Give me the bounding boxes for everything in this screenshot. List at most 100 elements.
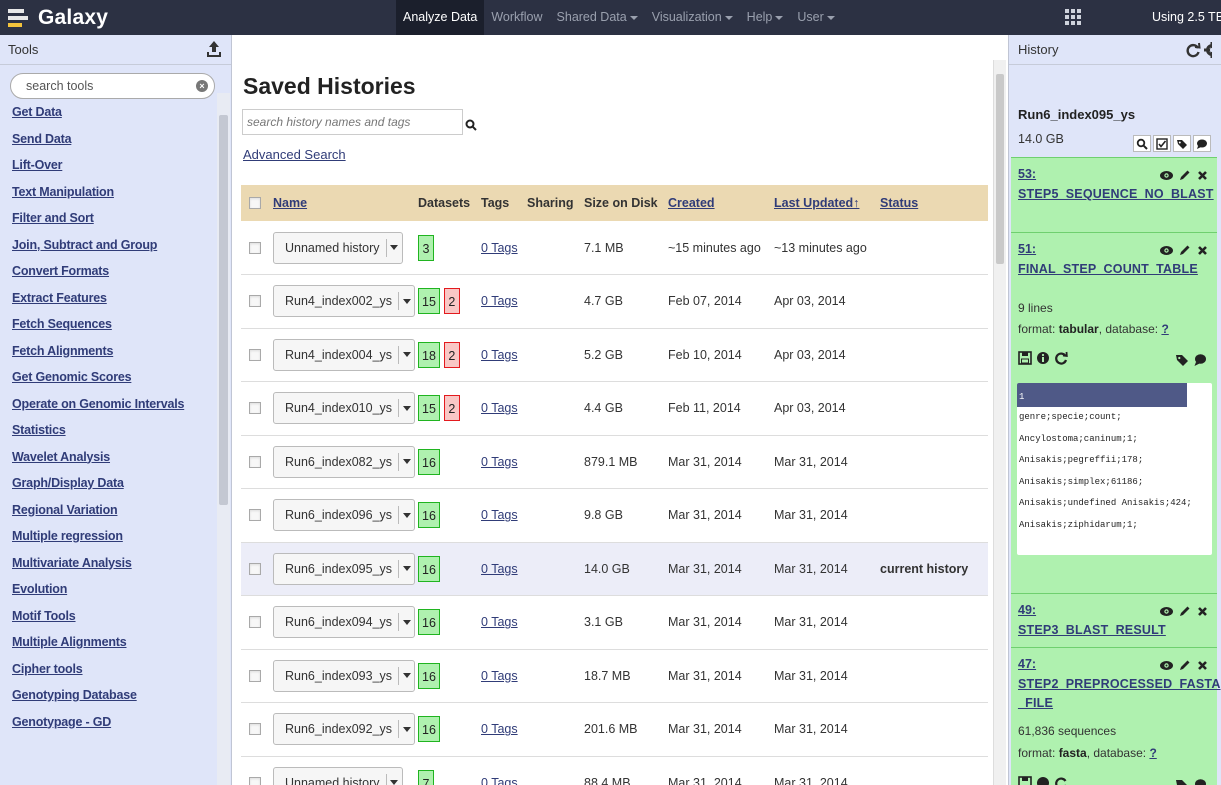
tags-link[interactable]: 0 Tags bbox=[481, 508, 518, 522]
tool-section-link[interactable]: Get Data bbox=[12, 105, 62, 119]
info-icon[interactable] bbox=[1036, 351, 1054, 367]
tool-section-link[interactable]: Multiple regression bbox=[12, 529, 123, 543]
error-datasets-badge[interactable]: 2 bbox=[443, 341, 460, 368]
dataset-title[interactable]: STEP3_BLAST_RESULT bbox=[1018, 621, 1166, 640]
comment-icon[interactable] bbox=[1193, 135, 1211, 152]
tool-section-link[interactable]: Graph/Display Data bbox=[12, 476, 124, 490]
tags-link[interactable]: 0 Tags bbox=[481, 615, 518, 629]
history-search-input[interactable] bbox=[242, 109, 463, 135]
eye-icon[interactable] bbox=[1158, 168, 1175, 182]
tool-section-link[interactable]: Motif Tools bbox=[12, 609, 76, 623]
pencil-icon[interactable] bbox=[1176, 604, 1193, 618]
checkbox-icon[interactable] bbox=[1153, 135, 1171, 152]
chevron-down-icon[interactable] bbox=[399, 352, 414, 358]
select-all-checkbox[interactable] bbox=[249, 197, 261, 209]
upload-icon[interactable] bbox=[205, 40, 223, 60]
chevron-down-icon[interactable] bbox=[399, 512, 414, 518]
tags-link[interactable]: 0 Tags bbox=[481, 294, 518, 308]
search-datasets-icon[interactable] bbox=[1133, 135, 1151, 152]
tool-section-link[interactable]: Wavelet Analysis bbox=[12, 450, 110, 464]
tags-link[interactable]: 0 Tags bbox=[481, 669, 518, 683]
dataset-hid[interactable]: 53: bbox=[1018, 167, 1036, 181]
column-last-updated[interactable]: Last Updated↑ bbox=[774, 185, 880, 221]
gear-icon[interactable] bbox=[1204, 41, 1212, 58]
tool-section-link[interactable]: Cipher tools bbox=[12, 662, 83, 676]
history-name-button[interactable]: Run6_index093_ys bbox=[273, 659, 416, 692]
row-checkbox[interactable] bbox=[249, 455, 261, 468]
chevron-down-icon[interactable] bbox=[399, 459, 414, 465]
dataset-hid[interactable]: 49: bbox=[1018, 603, 1036, 617]
database-value[interactable]: ? bbox=[1161, 322, 1168, 336]
ok-datasets-badge[interactable]: 3 bbox=[418, 234, 434, 261]
history-name-button[interactable]: Run6_index096_ys bbox=[273, 499, 416, 532]
database-value[interactable]: ? bbox=[1149, 746, 1156, 760]
row-checkbox[interactable] bbox=[249, 509, 261, 522]
tool-section-link[interactable]: Filter and Sort bbox=[12, 211, 94, 225]
ok-datasets-badge[interactable]: 18 bbox=[418, 341, 440, 368]
info-icon[interactable] bbox=[1036, 776, 1054, 785]
row-checkbox[interactable] bbox=[249, 562, 261, 575]
tool-section-link[interactable]: Multivariate Analysis bbox=[12, 556, 132, 570]
history-name-button[interactable]: Unnamed history bbox=[273, 231, 403, 264]
close-icon[interactable] bbox=[1194, 168, 1211, 182]
nav-item-workflow[interactable]: Workflow bbox=[484, 0, 549, 35]
history-name-button[interactable]: Run4_index002_ys bbox=[273, 285, 416, 318]
comment-icon[interactable] bbox=[1193, 353, 1211, 367]
tool-section-link[interactable]: Fetch Sequences bbox=[12, 317, 112, 331]
refresh-icon[interactable] bbox=[1185, 42, 1201, 58]
tags-link[interactable]: 0 Tags bbox=[481, 241, 518, 255]
history-name-button[interactable]: Run6_index095_ys bbox=[273, 552, 416, 585]
ok-datasets-badge[interactable]: 15 bbox=[418, 395, 440, 422]
tool-section-link[interactable]: Get Genomic Scores bbox=[12, 370, 132, 384]
chevron-down-icon[interactable] bbox=[399, 405, 414, 411]
error-datasets-badge[interactable]: 2 bbox=[443, 395, 460, 422]
tool-section-link[interactable]: Multiple Alignments bbox=[12, 635, 127, 649]
chevron-down-icon[interactable] bbox=[387, 245, 402, 250]
tool-section-link[interactable]: Genotypage - GD bbox=[12, 715, 111, 729]
history-name-button[interactable]: Run6_index094_ys bbox=[273, 606, 416, 639]
close-icon[interactable] bbox=[1194, 658, 1211, 672]
chevron-down-icon[interactable] bbox=[399, 298, 414, 304]
pencil-icon[interactable] bbox=[1176, 658, 1193, 672]
nav-item-analyze-data[interactable]: Analyze Data bbox=[396, 0, 485, 35]
chevron-down-icon[interactable] bbox=[387, 780, 402, 785]
row-checkbox[interactable] bbox=[249, 776, 261, 785]
pencil-icon[interactable] bbox=[1176, 243, 1193, 257]
eye-icon[interactable] bbox=[1158, 658, 1175, 672]
eye-icon[interactable] bbox=[1158, 604, 1175, 618]
close-icon[interactable] bbox=[1194, 604, 1211, 618]
ok-datasets-badge[interactable]: 16 bbox=[418, 609, 440, 636]
history-name-button[interactable]: Run6_index082_ys bbox=[273, 445, 416, 478]
ok-datasets-badge[interactable]: 16 bbox=[418, 502, 440, 529]
row-checkbox[interactable] bbox=[249, 348, 261, 361]
ok-datasets-badge[interactable]: 16 bbox=[418, 555, 440, 582]
tool-section-link[interactable]: Evolution bbox=[12, 582, 67, 596]
rerun-icon[interactable] bbox=[1054, 776, 1072, 785]
nav-item-help[interactable]: Help bbox=[740, 0, 791, 35]
column-created[interactable]: Created bbox=[668, 185, 774, 221]
chevron-down-icon[interactable] bbox=[399, 619, 414, 625]
history-name-button[interactable]: Run4_index004_ys bbox=[273, 338, 416, 371]
tags-link[interactable]: 0 Tags bbox=[481, 348, 518, 362]
tool-search-input[interactable] bbox=[26, 75, 186, 97]
history-name-button[interactable]: Unnamed history bbox=[273, 766, 403, 785]
chevron-down-icon[interactable] bbox=[399, 726, 414, 732]
nav-item-visualization[interactable]: Visualization bbox=[645, 0, 740, 35]
dataset-hid[interactable]: 47: bbox=[1018, 657, 1036, 671]
history-name-button[interactable]: Run4_index010_ys bbox=[273, 392, 416, 425]
nav-item-user[interactable]: User bbox=[790, 0, 841, 35]
dataset-title[interactable]: STEP2_PREPROCESSED_FASTA bbox=[1018, 675, 1221, 694]
tags-icon[interactable] bbox=[1175, 353, 1193, 367]
rerun-icon[interactable] bbox=[1054, 351, 1072, 367]
pencil-icon[interactable] bbox=[1176, 168, 1193, 182]
dataset-title[interactable]: FINAL_STEP_COUNT_TABLE bbox=[1018, 260, 1198, 279]
tags-link[interactable]: 0 Tags bbox=[481, 776, 518, 785]
row-checkbox[interactable] bbox=[249, 616, 261, 629]
tags-link[interactable]: 0 Tags bbox=[481, 455, 518, 469]
ok-datasets-badge[interactable]: 16 bbox=[418, 448, 440, 475]
row-checkbox[interactable] bbox=[249, 723, 261, 736]
tags-icon[interactable] bbox=[1173, 135, 1191, 152]
chevron-down-icon[interactable] bbox=[399, 566, 414, 572]
eye-icon[interactable] bbox=[1158, 243, 1175, 257]
tool-section-link[interactable]: Regional Variation bbox=[12, 503, 118, 517]
